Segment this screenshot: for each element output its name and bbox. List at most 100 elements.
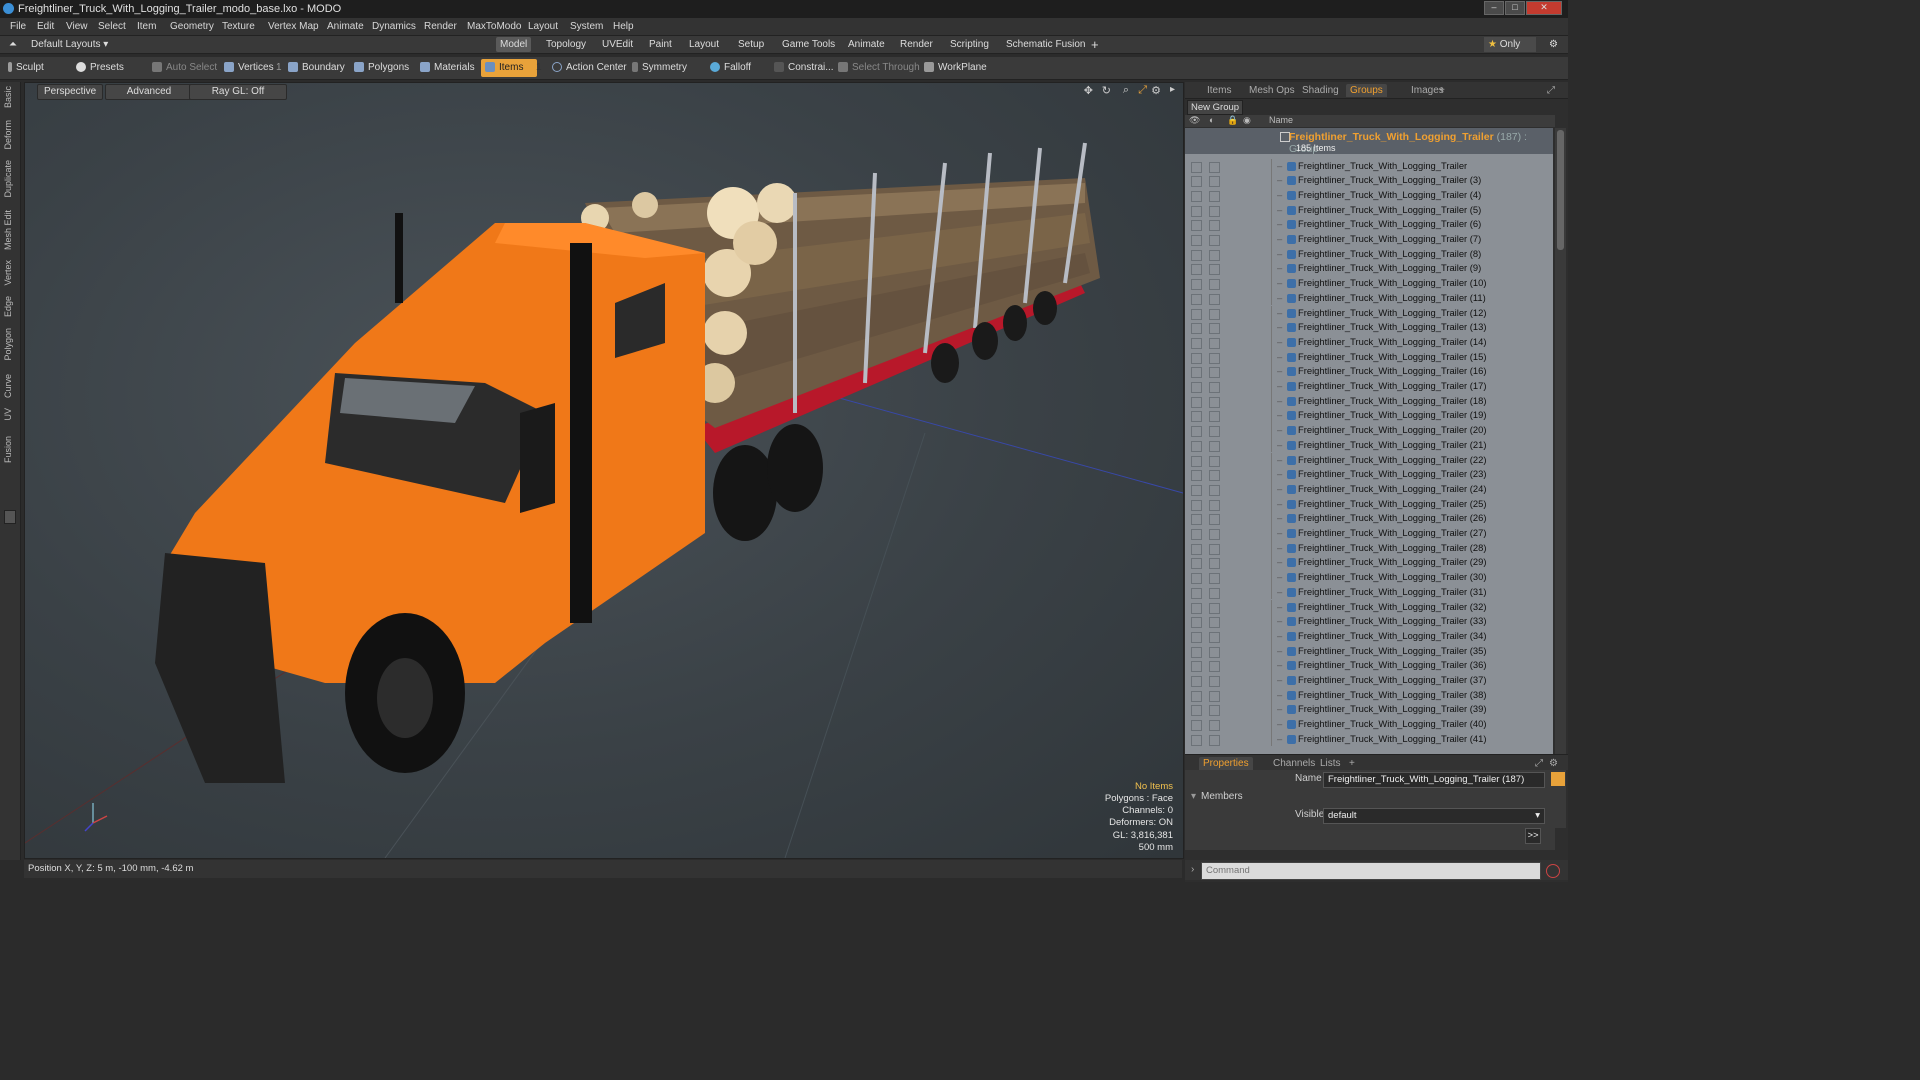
zoom-icon[interactable]: ⌕ (1123, 84, 1129, 97)
visibility-toggle[interactable] (1191, 396, 1202, 408)
tab-scripting[interactable]: Scripting (946, 37, 993, 52)
menu-dynamics[interactable]: Dynamics (372, 21, 416, 32)
tab-curve[interactable]: Curve (3, 374, 13, 398)
visibility-column-icon[interactable]: 👁 (1189, 115, 1200, 126)
list-item[interactable]: – Freightliner_Truck_With_Logging_Trailer… (1185, 526, 1553, 541)
menu-select[interactable]: Select (98, 21, 126, 32)
render-toggle[interactable] (1209, 734, 1220, 746)
menu-help[interactable]: Help (613, 21, 634, 32)
group-row[interactable]: Freightliner_Truck_With_Logging_Trailer … (1185, 128, 1553, 155)
visibility-toggle[interactable] (1191, 190, 1202, 202)
visibility-toggle[interactable] (1191, 514, 1202, 526)
viewport-settings-icon[interactable]: ⚙ (1151, 84, 1161, 97)
visibility-toggle[interactable] (1191, 720, 1202, 732)
visibility-toggle[interactable] (1191, 352, 1202, 364)
render-toggle[interactable] (1209, 602, 1220, 614)
render-toggle[interactable] (1209, 676, 1220, 687)
auto-select-button[interactable]: Auto Select (152, 59, 217, 77)
members-collapse-icon[interactable]: ▾ (1191, 791, 1196, 802)
tab-render[interactable]: Render (896, 37, 937, 52)
name-field[interactable]: Freightliner_Truck_With_Logging_Trailer … (1323, 772, 1545, 788)
visibility-toggle[interactable] (1191, 293, 1202, 305)
visibility-toggle[interactable] (1191, 235, 1202, 246)
list-item[interactable]: – Freightliner_Truck_With_Logging_Trailer… (1185, 628, 1553, 644)
tab-uvedit[interactable]: UVEdit (598, 37, 637, 52)
list-item[interactable]: – Freightliner_Truck_With_Logging_Trailer… (1185, 276, 1553, 291)
list-item[interactable]: – Freightliner_Truck_With_Logging_Trailer… (1185, 187, 1553, 203)
rotate-icon[interactable]: ↻ (1102, 84, 1111, 97)
menu-maxtomodo[interactable]: MaxToModo (467, 21, 521, 32)
list-item[interactable]: – Freightliner_Truck_With_Logging_Trailer… (1185, 379, 1553, 394)
presets-button[interactable]: Presets (76, 59, 124, 77)
list-item[interactable]: – Freightliner_Truck_With_Logging_Trailer… (1185, 364, 1553, 379)
tab-groups[interactable]: Groups (1346, 84, 1387, 97)
render-toggle[interactable] (1209, 661, 1220, 673)
menu-animate[interactable]: Animate (327, 21, 364, 32)
menu-file[interactable]: File (10, 21, 26, 32)
falloff-button[interactable]: Falloff (710, 59, 751, 77)
list-item[interactable]: – Freightliner_Truck_With_Logging_Trailer… (1185, 408, 1553, 424)
visibility-toggle[interactable] (1191, 558, 1202, 570)
render-toggle[interactable] (1209, 352, 1220, 364)
visibility-toggle[interactable] (1191, 734, 1202, 746)
layout-arrow-icon[interactable]: ⏶ (5, 37, 21, 52)
maximize-button[interactable]: □ (1505, 1, 1525, 15)
list-item[interactable]: – Freightliner_Truck_With_Logging_Trailer… (1185, 232, 1553, 247)
list-item[interactable]: – Freightliner_Truck_With_Logging_Trailer… (1185, 261, 1553, 277)
group-item-list[interactable]: Freightliner_Truck_With_Logging_Trailer … (1185, 128, 1553, 828)
tab-layout[interactable]: Layout (685, 37, 723, 52)
visibility-toggle[interactable] (1191, 279, 1202, 291)
lock-column-icon[interactable]: 🔒 (1227, 115, 1238, 126)
visibility-toggle[interactable] (1191, 705, 1202, 717)
visibility-toggle[interactable] (1191, 323, 1202, 335)
render-toggle[interactable] (1209, 543, 1220, 555)
visibility-toggle[interactable] (1191, 543, 1202, 555)
render-toggle[interactable] (1209, 161, 1220, 173)
tab-uv[interactable]: UV (3, 408, 13, 421)
list-item[interactable]: – Freightliner_Truck_With_Logging_Trailer (1185, 158, 1553, 174)
list-item[interactable]: – Freightliner_Truck_With_Logging_Trailer… (1185, 673, 1553, 688)
expand-panel-icon[interactable]: ⤢ (1543, 84, 1559, 97)
add-layout-tab-button[interactable]: + (1087, 37, 1103, 52)
visibility-toggle[interactable] (1191, 573, 1202, 585)
tab-edge[interactable]: Edge (3, 296, 13, 317)
tab-items[interactable]: Items (1203, 84, 1235, 97)
render-toggle[interactable] (1209, 264, 1220, 276)
list-item[interactable]: – Freightliner_Truck_With_Logging_Trailer… (1185, 305, 1553, 321)
tab-model[interactable]: Model (496, 37, 532, 52)
list-item[interactable]: – Freightliner_Truck_With_Logging_Trailer… (1185, 467, 1553, 482)
list-item[interactable]: – Freightliner_Truck_With_Logging_Trailer… (1185, 393, 1553, 409)
add-properties-tab-button[interactable]: + (1345, 757, 1359, 770)
list-item[interactable]: – Freightliner_Truck_With_Logging_Trailer… (1185, 643, 1553, 659)
render-toggle[interactable] (1209, 529, 1220, 540)
render-toggle[interactable] (1209, 587, 1220, 599)
visibility-toggle[interactable] (1191, 161, 1202, 173)
view-perspective-button[interactable]: Perspective (37, 84, 104, 100)
render-toggle[interactable] (1209, 470, 1220, 482)
tab-schematic-fusion[interactable]: Schematic Fusion (1002, 37, 1089, 52)
render-toggle[interactable] (1209, 426, 1220, 438)
list-item[interactable]: – Freightliner_Truck_With_Logging_Trailer… (1185, 511, 1553, 526)
list-item[interactable]: – Freightliner_Truck_With_Logging_Trailer… (1185, 717, 1553, 732)
list-item[interactable]: – Freightliner_Truck_With_Logging_Trailer… (1185, 584, 1553, 600)
constrain-button[interactable]: Constrai... (774, 59, 834, 77)
materials-button[interactable]: Materials (420, 59, 475, 77)
workplane-button[interactable]: WorkPlane (924, 59, 987, 77)
render-toggle[interactable] (1209, 176, 1220, 188)
boundary-button[interactable]: Boundary (288, 59, 345, 77)
menu-system[interactable]: System (570, 21, 603, 32)
tab-polygon[interactable]: Polygon (3, 328, 13, 361)
menu-render[interactable]: Render (424, 21, 457, 32)
tab-fusion[interactable]: Fusion (3, 436, 13, 463)
only-toggle[interactable]: ★ Only (1484, 37, 1536, 52)
tab-channels[interactable]: Channels (1269, 757, 1319, 770)
palette-toggle-button[interactable] (4, 510, 16, 524)
close-button[interactable]: ✕ (1526, 1, 1562, 15)
render-toggle[interactable] (1209, 323, 1220, 335)
tab-duplicate[interactable]: Duplicate (3, 160, 13, 198)
command-history-icon[interactable] (1546, 864, 1560, 878)
visibility-toggle[interactable] (1191, 661, 1202, 673)
list-item[interactable]: – Freightliner_Truck_With_Logging_Trailer… (1185, 555, 1553, 571)
tab-mesh-ops[interactable]: Mesh Ops (1245, 84, 1299, 97)
render-toggle[interactable] (1209, 558, 1220, 570)
